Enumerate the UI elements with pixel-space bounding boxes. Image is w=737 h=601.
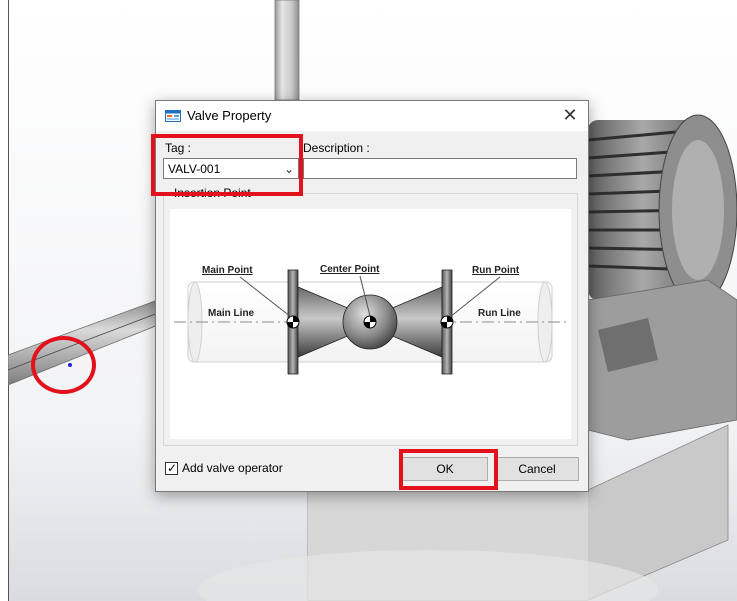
run-point-label: Run Point xyxy=(472,265,520,276)
tag-combobox[interactable]: VALV-001 ⌄ xyxy=(163,158,299,179)
ok-button[interactable]: OK xyxy=(402,457,488,481)
chevron-down-icon[interactable]: ⌄ xyxy=(284,159,294,179)
close-button[interactable]: ✕ xyxy=(552,101,588,131)
run-line-label: Run Line xyxy=(478,308,521,319)
center-point-marker xyxy=(363,315,377,329)
close-icon: ✕ xyxy=(562,105,578,125)
checkmark-icon: ✓ xyxy=(167,461,178,475)
valve-illustration: Main Point Center Point Run Point Main L… xyxy=(174,264,567,375)
dialog-title: Valve Property xyxy=(187,108,272,123)
window-form-icon xyxy=(165,110,181,122)
selected-point-marker[interactable] xyxy=(68,363,72,367)
description-input[interactable] xyxy=(303,158,577,179)
main-point-label: Main Point xyxy=(202,265,253,276)
add-valve-operator-label[interactable]: Add valve operator xyxy=(182,461,283,475)
main-line-label: Main Line xyxy=(208,308,255,319)
valve-property-dialog: Valve Property ✕ Tag : Description : VAL… xyxy=(155,100,589,492)
tag-combobox-value: VALV-001 xyxy=(168,162,221,176)
checkbox-box[interactable]: ✓ xyxy=(165,461,178,475)
cancel-button[interactable]: Cancel xyxy=(495,457,579,481)
center-point-label: Center Point xyxy=(320,264,380,275)
tag-label: Tag : xyxy=(165,141,192,155)
dialog-titlebar[interactable]: Valve Property ✕ xyxy=(156,101,588,131)
description-label: Description : xyxy=(303,141,370,155)
main-point-marker xyxy=(286,315,300,329)
run-point-marker xyxy=(440,315,454,329)
valve-diagram: Main Point Center Point Run Point Main L… xyxy=(170,209,571,439)
insertion-point-label: Insertion Point xyxy=(172,186,253,200)
